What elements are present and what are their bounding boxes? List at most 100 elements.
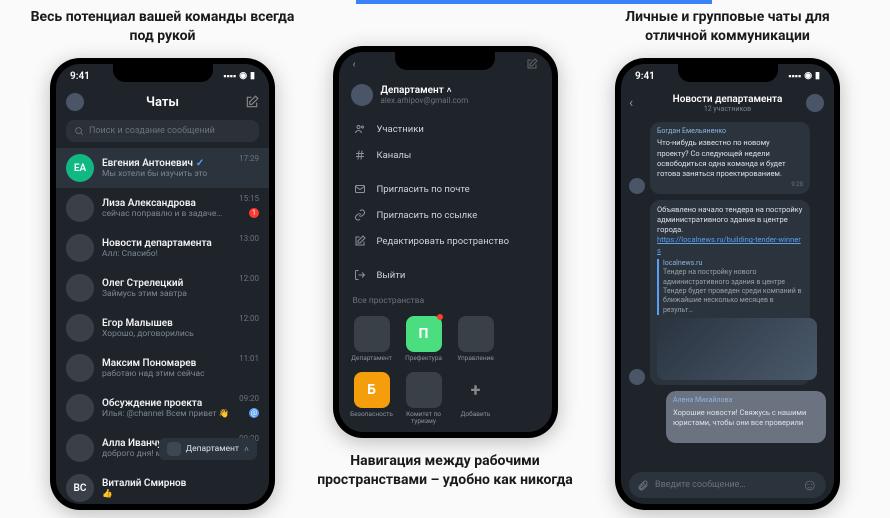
chat-name: Максим Пономарев bbox=[102, 358, 259, 369]
avatar bbox=[629, 369, 645, 385]
hash-icon bbox=[353, 149, 367, 161]
workspace-avatar bbox=[351, 84, 373, 106]
message-placeholder: Введите сообщение… bbox=[655, 480, 796, 490]
conversation-title: Новости департамента bbox=[673, 94, 783, 105]
edit-icon bbox=[353, 235, 367, 247]
profile-avatar[interactable] bbox=[66, 93, 84, 111]
chat-preview: Займусь этим завтра bbox=[102, 289, 259, 299]
search-placeholder: Поиск и создание сообщений bbox=[89, 126, 215, 136]
space-tile[interactable]: Комитет по туризму bbox=[403, 372, 445, 425]
message-link[interactable]: https://localnews.ru/building-tender-win… bbox=[657, 235, 803, 255]
avatar bbox=[66, 394, 94, 422]
chat-row[interactable]: Новости департаментаАлл: Спасибо!13:00 bbox=[56, 228, 269, 268]
wifi-icon: ◉ bbox=[239, 71, 247, 81]
chat-preview: 👍 bbox=[102, 489, 259, 499]
phone-3: 9:41 ▪▪▪▪ ◉ ▮ ‹ Новости департамента 12 … bbox=[615, 58, 840, 510]
drawer-header[interactable]: Департамент˄ alex.arhipov@gmail.com bbox=[339, 76, 552, 112]
search-icon bbox=[74, 126, 84, 136]
spaces-grid: Департамент ППрефектура Управление Б Безопас… bbox=[339, 310, 552, 431]
space-name: Управление bbox=[457, 355, 494, 362]
menu-item-users[interactable]: Участники bbox=[339, 116, 552, 142]
status-time: 9:41 bbox=[70, 71, 90, 82]
avatar: EA bbox=[66, 154, 94, 182]
conversation-avatar[interactable] bbox=[806, 94, 824, 112]
avatar bbox=[66, 274, 94, 302]
spaces-section-label: Все пространства bbox=[339, 292, 552, 310]
chat-row[interactable]: Егор МалышевХорошо, договорились12:00 bbox=[56, 308, 269, 348]
chat-row[interactable]: Обсуждение проектаИлья: @channel Всем пр… bbox=[56, 388, 269, 428]
message-bubble: Объявлено начало тендера на постройку ад… bbox=[650, 200, 810, 385]
compose-icon[interactable] bbox=[245, 95, 259, 109]
space-thumb-icon bbox=[167, 442, 181, 456]
menu-item-link[interactable]: Пригласить по ссылке bbox=[339, 202, 552, 228]
search-input[interactable]: Поиск и создание сообщений bbox=[66, 120, 259, 142]
space-name: Префектура bbox=[405, 355, 442, 362]
message-list: Богдан ЕмельяненкоЧто-нибудь известно по… bbox=[621, 118, 834, 447]
avatar bbox=[66, 434, 94, 462]
back-icon[interactable]: ‹ bbox=[353, 59, 356, 70]
message[interactable]: Богдан ЕмельяненкоЧто-нибудь известно по… bbox=[629, 122, 826, 194]
space-tile[interactable]: +Добавить bbox=[455, 372, 497, 425]
message-input[interactable]: Введите сообщение… ☺ bbox=[629, 472, 826, 498]
chat-row[interactable]: Максим Пономаревработаю над этим сейчас1… bbox=[56, 348, 269, 388]
chat-time: 15:15 bbox=[239, 194, 259, 203]
space-tile[interactable]: ППрефектура bbox=[403, 316, 445, 362]
chat-time: 17:29 bbox=[239, 154, 259, 163]
chat-list-header: Чаты bbox=[56, 88, 269, 116]
mail-icon bbox=[353, 183, 367, 195]
emoji-icon[interactable]: ☺ bbox=[802, 475, 818, 495]
chat-name: Лиза Александрова bbox=[102, 198, 259, 209]
menu-label: Участники bbox=[377, 124, 424, 135]
chat-row[interactable]: Лиза Александровасейчас поправлю и в зад… bbox=[56, 188, 269, 228]
mention-badge: @ bbox=[249, 408, 259, 418]
menu-item-mail[interactable]: Пригласить по почте bbox=[339, 176, 552, 202]
link-icon bbox=[353, 209, 367, 221]
message[interactable]: Алена МихайловаХорошие новости! Свяжусь … bbox=[629, 391, 826, 443]
menu-item-edit[interactable]: Редактировать пространство bbox=[339, 228, 552, 254]
panel-conversation: Личные и групповые чаты для отличной ком… bbox=[595, 8, 860, 510]
compose-icon[interactable] bbox=[526, 58, 538, 70]
space-name: Департамент bbox=[351, 355, 392, 362]
back-icon[interactable]: ‹ bbox=[629, 95, 633, 111]
conversation-header[interactable]: ‹ Новости департамента 12 участников bbox=[621, 88, 834, 118]
avatar bbox=[66, 234, 94, 262]
menu-label: Выйти bbox=[377, 270, 406, 281]
space-toast-label: Департамент bbox=[186, 444, 239, 454]
unread-badge: 1 bbox=[249, 208, 259, 218]
message-text: Объявлено начало тендера на постройку ад… bbox=[657, 205, 803, 235]
image-attachment[interactable] bbox=[657, 318, 817, 380]
chat-preview: Алл: Спасибо! bbox=[102, 249, 259, 259]
space-thumb: Б bbox=[354, 372, 390, 408]
chat-row[interactable]: EAЕвгения Антоневич✓Мы хотели бы изучить… bbox=[56, 148, 269, 188]
link-preview[interactable]: localnews.ruТендер на постройку нового а… bbox=[657, 259, 803, 316]
panel-navigation: ‹ Чаты Департамент˄ alex.arhipov@gmail.c… bbox=[313, 8, 578, 510]
chat-name: Новости департамента bbox=[102, 238, 259, 249]
caption-1: Весь потенциал вашей команды всегда под … bbox=[30, 8, 295, 46]
chat-name: Виталий Смирнов bbox=[102, 478, 259, 489]
chat-row[interactable]: Олег СтрелецкийЗаймусь этим завтра12:00 bbox=[56, 268, 269, 308]
avatar bbox=[66, 354, 94, 382]
message-time: 9:28 bbox=[657, 181, 803, 189]
chat-name: Евгения Антоневич✓ bbox=[102, 158, 259, 169]
chat-row[interactable]: BCВиталий Смирнов👍 bbox=[56, 468, 269, 504]
space-tile[interactable]: Б Безопасность bbox=[351, 372, 393, 425]
chevron-up-icon: ˄ bbox=[447, 86, 452, 95]
users-icon bbox=[353, 123, 367, 135]
space-toast[interactable]: Департамент ˄ bbox=[159, 438, 257, 460]
space-tile[interactable]: Департамент bbox=[351, 316, 393, 362]
caption-2: Навигация между рабочими пространствами … bbox=[313, 452, 578, 490]
space-thumb bbox=[458, 316, 494, 352]
message-text: Хорошие новости! Свяжусь с нашими юриста… bbox=[673, 408, 819, 428]
space-name: Безопасность bbox=[350, 411, 393, 418]
verified-icon: ✓ bbox=[196, 158, 204, 169]
space-tile[interactable]: Управление bbox=[455, 316, 497, 362]
avatar bbox=[66, 314, 94, 342]
page-title: Чаты bbox=[146, 95, 179, 110]
menu-item-hash[interactable]: Каналы bbox=[339, 142, 552, 168]
attach-icon[interactable] bbox=[637, 479, 649, 491]
workspace-title: Департамент bbox=[381, 85, 444, 96]
message[interactable]: Объявлено начало тендера на постройку ад… bbox=[629, 200, 826, 385]
caption-3: Личные и групповые чаты для отличной ком… bbox=[595, 8, 860, 46]
message-time: 10:15 bbox=[673, 430, 819, 438]
menu-item-exit[interactable]: Выйти bbox=[339, 262, 552, 288]
